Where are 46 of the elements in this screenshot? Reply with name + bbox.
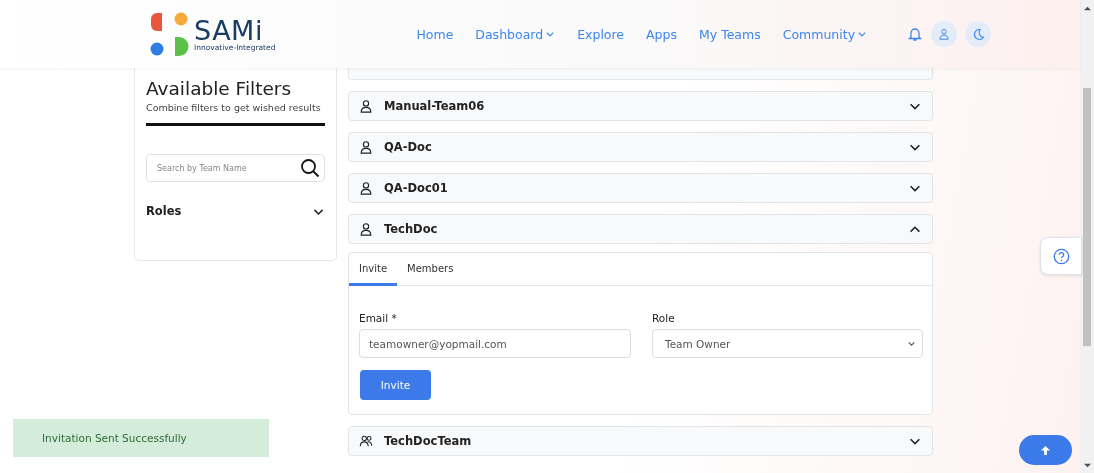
team-row[interactable]: QA-Doc [348,132,933,162]
user-icon [938,28,951,40]
group-icon [359,434,373,448]
moon-icon [971,27,985,41]
scroll-down-icon[interactable] [1083,461,1091,469]
search-icon[interactable] [300,158,320,178]
profile-button[interactable] [931,21,958,47]
caret-icon [857,29,868,39]
caret-icon [907,339,916,348]
invite-button[interactable]: Invite [360,370,431,400]
theme-button[interactable] [965,21,992,47]
user-icon [359,181,373,195]
tab[interactable]: Invite [349,253,398,286]
caret-icon [545,29,556,39]
team-row[interactable]: Manual-Team06 [348,91,933,121]
user-icon [359,140,373,154]
search-input[interactable]: Search by Team Name [155,162,300,174]
scroll-up-icon[interactable] [1083,4,1091,12]
user-icon [359,99,373,113]
toast-message: Invitation Sent Successfully [13,419,269,457]
nav-link[interactable]: Apps [646,26,677,42]
role-dropdown[interactable]: Team Owner [652,329,923,358]
logo-icon [150,11,190,57]
team-row[interactable]: TechDoc [348,214,933,244]
help-button[interactable] [1040,237,1082,275]
team-row[interactable]: QA-Doc01 [348,173,933,203]
scroll-top-button[interactable] [1019,435,1072,465]
nav-link[interactable]: Home [416,26,454,42]
scrollbar-thumb[interactable] [1083,88,1091,346]
logo-name: SAMi [194,16,263,44]
email-field[interactable]: teamowner@yopmail.com [359,329,631,358]
tab[interactable]: Members [397,253,464,286]
filter-section[interactable]: Roles [146,204,325,218]
nav-link[interactable]: My Teams [699,26,761,42]
field-label: Email * [359,312,398,324]
help-icon [1052,247,1070,265]
team-row[interactable]: TechDocTeam [348,426,933,456]
panel-title: Available Filters [146,78,293,99]
bell-icon[interactable] [907,26,924,42]
field-label: Role [652,312,676,324]
user-icon [359,222,373,236]
nav-link[interactable]: Dashboard [475,26,556,42]
search-field[interactable]: Search by Team Name [146,154,325,182]
panel-subtitle: Combine filters to get wished results [146,102,322,113]
arrow-up-icon [1040,444,1051,456]
nav-link[interactable]: Explore [577,26,625,42]
